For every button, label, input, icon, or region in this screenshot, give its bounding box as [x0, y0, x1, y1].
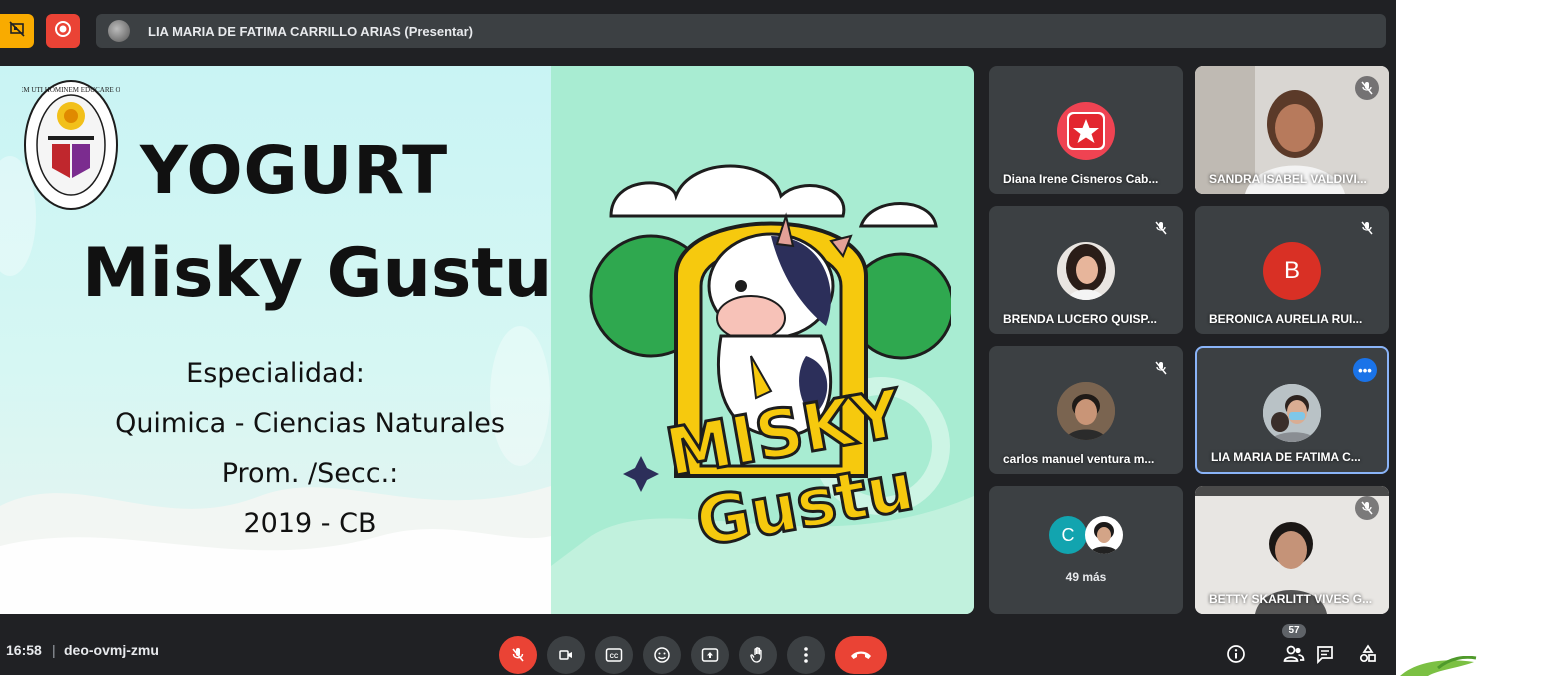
presenter-banner[interactable]: LIA MARIA DE FATIMA CARRILLO ARIAS (Pres… — [96, 14, 1386, 48]
crest-motto: HOMINEM UTI HOMINEM EDUCARE OPORTET — [22, 86, 120, 94]
present-screen-icon — [701, 648, 719, 662]
slide-title-line1: YOGURT — [140, 132, 449, 209]
info-icon — [1227, 645, 1245, 663]
more-options-button[interactable]: ••• — [1353, 358, 1377, 382]
school-crest-logo: HOMINEM UTI HOMINEM EDUCARE OPORTET — [0, 78, 147, 212]
prom-value: 2019 - CB — [243, 508, 377, 539]
participant-tile[interactable]: carlos manuel ventura m... — [989, 346, 1183, 474]
hide-presentation-button[interactable] — [0, 14, 34, 48]
mic-off-icon — [1155, 221, 1167, 235]
mic-off-icon — [1155, 361, 1167, 375]
leave-call-button[interactable] — [835, 636, 887, 674]
prom-label: Prom. /Secc.: — [221, 458, 399, 489]
participant-avatar — [1085, 516, 1123, 554]
recording-button[interactable] — [46, 14, 80, 48]
slide-left-panel: HOMINEM UTI HOMINEM EDUCARE OPORTET YOGU… — [0, 66, 553, 614]
top-bar: LIA MARIA DE FATIMA CARRILLO ARIAS (Pres… — [0, 0, 1396, 60]
participant-count-badge: 57 — [1282, 624, 1306, 638]
presentation-slide: HOMINEM UTI HOMINEM EDUCARE OPORTET YOGU… — [0, 66, 974, 614]
present-now-button[interactable] — [691, 636, 729, 674]
participant-tile[interactable]: Diana Irene Cisneros Cab... — [989, 66, 1183, 194]
participant-name: BRENDA LUCERO QUISP... — [1003, 312, 1158, 326]
outer-white-area — [1396, 0, 1559, 675]
mic-off-icon — [1361, 221, 1373, 235]
participant-avatar: B — [1263, 242, 1321, 300]
star-icon — [1067, 112, 1105, 150]
presenter-title: LIA MARIA DE FATIMA CARRILLO ARIAS (Pres… — [148, 23, 474, 39]
participant-tile[interactable]: B BERONICA AURELIA RUI... — [1195, 206, 1389, 334]
especialidad-label: Especialidad: — [186, 358, 365, 389]
shapes-icon — [1359, 644, 1376, 663]
phone-hangup-icon — [851, 651, 871, 659]
participant-tile[interactable]: SANDRA ISABEL VALDIVI... — [1195, 66, 1389, 194]
slide-title-line2: Misky Gustu — [82, 234, 553, 313]
muted-indicator — [1149, 216, 1173, 240]
participant-avatar — [1263, 384, 1321, 442]
raise-hand-button[interactable] — [739, 636, 777, 674]
bottom-toolbar: 16:58 | deo-ovmj-zmu CC 57 — [0, 624, 1396, 675]
mic-off-icon — [1361, 81, 1373, 95]
closed-captions-icon: CC — [605, 648, 623, 662]
people-button[interactable] — [1280, 640, 1308, 668]
more-vert-icon — [804, 647, 808, 663]
svg-text:CC: CC — [610, 654, 619, 660]
mic-off-icon — [512, 648, 524, 662]
misky-gustu-logo: MISKY Gustu — [581, 136, 955, 563]
participant-name: LIA MARIA DE FATIMA C... — [1211, 450, 1361, 464]
muted-indicator — [1355, 496, 1379, 520]
captions-button[interactable]: CC — [595, 636, 633, 674]
participant-tile[interactable]: BRENDA LUCERO QUISP... — [989, 206, 1183, 334]
mic-off-icon — [1361, 501, 1373, 515]
current-time: 16:58 — [6, 642, 42, 658]
participant-avatar — [1057, 102, 1115, 160]
participant-name: BETTY SKARLITT VIVES G... — [1209, 592, 1373, 606]
others-count-label: 49 más — [1065, 570, 1107, 584]
activities-button[interactable] — [1354, 640, 1382, 668]
participant-tile-active[interactable]: ••• LIA MARIA DE FATIMA C... — [1195, 346, 1389, 474]
reactions-button[interactable] — [643, 636, 681, 674]
muted-indicator — [1355, 76, 1379, 100]
separator: | — [52, 642, 56, 658]
others-tile[interactable]: C 49 más — [989, 486, 1183, 614]
muted-indicator — [1149, 356, 1173, 380]
participant-avatar — [1057, 382, 1115, 440]
participant-tile[interactable]: BETTY SKARLITT VIVES G... — [1195, 486, 1389, 614]
people-icon — [1283, 645, 1305, 662]
meeting-details-button[interactable] — [1222, 640, 1250, 668]
presentation-off-icon — [9, 20, 25, 42]
slide-right-panel: MISKY Gustu — [551, 66, 974, 614]
meeting-code: deo-ovmj-zmu — [64, 642, 159, 658]
participant-avatar — [1057, 242, 1115, 300]
video-camera-icon — [559, 650, 572, 660]
record-icon — [54, 20, 72, 43]
participant-name: carlos manuel ventura m... — [1003, 452, 1155, 466]
meet-window: LIA MARIA DE FATIMA CARRILLO ARIAS (Pres… — [0, 0, 1396, 675]
participant-name: Diana Irene Cisneros Cab... — [1003, 172, 1159, 186]
muted-indicator — [1355, 216, 1379, 240]
more-options-button[interactable] — [787, 636, 825, 674]
participant-avatar: C — [1049, 516, 1087, 554]
chat-button[interactable] — [1311, 640, 1339, 668]
presenter-avatar — [108, 20, 130, 42]
participant-name: BERONICA AURELIA RUI... — [1209, 312, 1363, 326]
microphone-toggle-button[interactable] — [499, 636, 537, 674]
smiley-icon — [654, 647, 670, 663]
especialidad-value: Quimica - Ciencias Naturales — [115, 408, 505, 439]
chat-icon — [1317, 646, 1333, 664]
hand-icon — [750, 647, 762, 663]
participant-name: SANDRA ISABEL VALDIVI... — [1209, 172, 1367, 186]
more-dots-icon: ••• — [1358, 362, 1372, 378]
camera-toggle-button[interactable] — [547, 636, 585, 674]
